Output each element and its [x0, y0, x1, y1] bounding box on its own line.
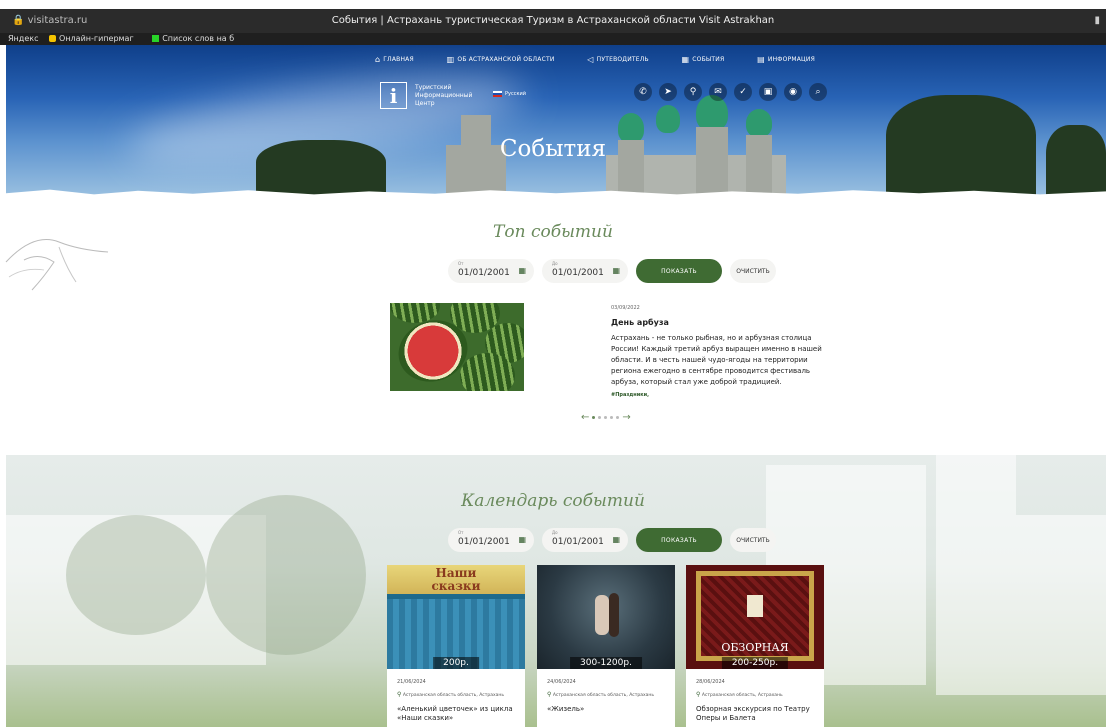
calendar-icon: ▦	[518, 535, 526, 544]
send-icon: ◁	[587, 54, 594, 64]
phone-icon[interactable]: ✆	[634, 83, 652, 101]
event-price: 200р.	[433, 657, 479, 669]
home-icon: ⌂	[375, 54, 381, 64]
theater-icon	[747, 595, 763, 617]
pager-dot[interactable]	[610, 416, 614, 419]
date-to-field[interactable]: До 01/01/2001 ▦	[542, 259, 628, 283]
nav-events[interactable]: ▦ СОБЫТИЯ	[682, 53, 725, 65]
header-icons: ✆ ➤ ⚲ ✉ ✓ ▣ ◉ ⌕	[634, 83, 827, 101]
top-events-title: Топ событий	[493, 222, 613, 242]
event-location: ⚲ Астраханская область область, Астрахан…	[547, 691, 654, 698]
event-title: «Аленький цветочек» из цикла «Наши сказк…	[397, 705, 513, 722]
pager-dot[interactable]	[604, 416, 608, 419]
telegram-icon[interactable]: ➤	[659, 83, 677, 101]
building-icon: ▥	[446, 54, 455, 64]
arrow-left-icon[interactable]: ←	[581, 412, 589, 423]
pager-dot[interactable]	[592, 416, 596, 419]
hero-banner	[6, 45, 1106, 195]
event-card[interactable]: ОБЗОРНАЯ 200-250р. 28/06/2024 ⚲ Астрахан…	[686, 565, 824, 727]
info-board-icon: ▤	[757, 54, 765, 64]
mail-icon[interactable]: ✉	[709, 83, 727, 101]
event-location: ⚲ Астраханская область область, Астрахан…	[397, 691, 504, 698]
bookmarks-bar: Яндекс Онлайн-гипермаг Список слов на б	[0, 33, 1106, 45]
event-title[interactable]: День арбуза	[611, 318, 826, 327]
info-logo-icon: i	[380, 82, 407, 109]
event-tag[interactable]: #Праздники,	[611, 392, 826, 398]
nav-guide[interactable]: ◁ ПУТЕВОДИТЕЛЬ	[587, 53, 648, 65]
logo-text: Туристский Информационный Центр	[415, 83, 473, 107]
shop-icon	[49, 35, 57, 42]
date-from-field[interactable]: От 01/01/2001 ▦	[448, 259, 534, 283]
calendar-show-button[interactable]: ПОКАЗАТЬ	[636, 528, 722, 552]
site-logo[interactable]: i Туристский Информационный Центр	[380, 82, 472, 109]
event-date: 21/06/2024	[397, 679, 426, 685]
calendar-date-from-field[interactable]: От 01/01/2001 ▦	[448, 528, 534, 552]
page-tab-title: События | Астрахань туристическая Туризм…	[331, 15, 775, 26]
nav-info[interactable]: ▤ ИНФОРМАЦИЯ	[757, 53, 815, 65]
news-icon[interactable]: ▣	[759, 83, 777, 101]
calendar-icon: ▦	[681, 54, 690, 64]
top-events-filter: От 01/01/2001 ▦ До 01/01/2001 ▦ ПОКАЗАТЬ…	[448, 259, 776, 283]
browser-titlebar: 🔒 visitastra.ru События | Астрахань тури…	[0, 9, 1106, 33]
search-icon[interactable]: ⌕	[809, 83, 827, 101]
pager-dot[interactable]	[616, 416, 620, 419]
bookmark-icon[interactable]: ▮	[1094, 15, 1100, 26]
event-card-image: Наши сказки 200р.	[387, 565, 525, 669]
event-date: 03/09/2022	[611, 305, 640, 311]
event-date: 24/06/2024	[547, 679, 576, 685]
carousel-pager: ← →	[581, 412, 631, 423]
vk-icon[interactable]: ✓	[734, 83, 752, 101]
bookmark-hypermarket[interactable]: Онлайн-гипермаг	[49, 34, 142, 43]
main-nav: ⌂ ГЛАВНАЯ ▥ ОБ АСТРАХАНСКОЙ ОБЛАСТИ ◁ ПУТЕВ…	[375, 53, 815, 65]
nav-about-region[interactable]: ▥ ОБ АСТРАХАНСКОЙ ОБЛАСТИ	[447, 53, 555, 65]
pager-dot[interactable]	[598, 416, 602, 419]
location-pin-icon: ⚲	[547, 691, 552, 698]
event-price: 200-250р.	[721, 657, 789, 669]
bookmark-word-list[interactable]: Список слов на б	[152, 34, 242, 43]
calendar-date-to-field[interactable]: До 01/01/2001 ▦	[542, 528, 628, 552]
location-pin-icon: ⚲	[397, 691, 402, 698]
location-pin-icon: ⚲	[696, 691, 701, 698]
event-location: ⚲ Астраханская область, Астрахань	[696, 691, 783, 698]
event-card[interactable]: Наши сказки 200р. 21/06/2024 ⚲ Астраханс…	[387, 565, 525, 727]
event-title: «Жизель»	[547, 705, 585, 713]
event-card-image: 300-1200р.	[537, 565, 675, 669]
event-description: Астрахань - не только рыбная, но и арбуз…	[611, 334, 822, 386]
calendar-title: Календарь событий	[461, 491, 645, 511]
list-icon	[152, 35, 160, 42]
event-price: 300-1200р.	[570, 657, 642, 669]
bookmark-yandex[interactable]: Яндекс	[8, 34, 38, 43]
calendar-icon: ▦	[518, 266, 526, 275]
featured-event-image[interactable]	[390, 303, 524, 391]
russian-flag-icon	[493, 91, 502, 97]
location-pin-icon[interactable]: ⚲	[684, 83, 702, 101]
calendar-clear-button[interactable]: ОЧИСТИТЬ	[730, 528, 776, 552]
accessibility-eye-icon[interactable]: ◉	[784, 83, 802, 101]
calendar-icon: ▦	[612, 266, 620, 275]
event-card[interactable]: 300-1200р. 24/06/2024 ⚲ Астраханская обл…	[537, 565, 675, 727]
language-selector[interactable]: Русский	[493, 91, 526, 97]
page-title: События	[499, 136, 607, 162]
event-date: 28/06/2024	[696, 679, 725, 685]
event-title: Обзорная экскурсия по Театру Оперы и Бал…	[696, 705, 810, 722]
clear-button[interactable]: ОЧИСТИТЬ	[730, 259, 776, 283]
show-button[interactable]: ПОКАЗАТЬ	[636, 259, 722, 283]
calendar-icon: ▦	[612, 535, 620, 544]
event-card-image: ОБЗОРНАЯ 200-250р.	[686, 565, 824, 669]
calendar-filter: От 01/01/2001 ▦ До 01/01/2001 ▦ ПОКАЗАТЬ…	[448, 528, 776, 552]
nav-home[interactable]: ⌂ ГЛАВНАЯ	[375, 53, 414, 65]
arrow-right-icon[interactable]: →	[622, 412, 630, 423]
featured-event: 03/09/2022 День арбуза Астрахань - не то…	[611, 305, 826, 398]
